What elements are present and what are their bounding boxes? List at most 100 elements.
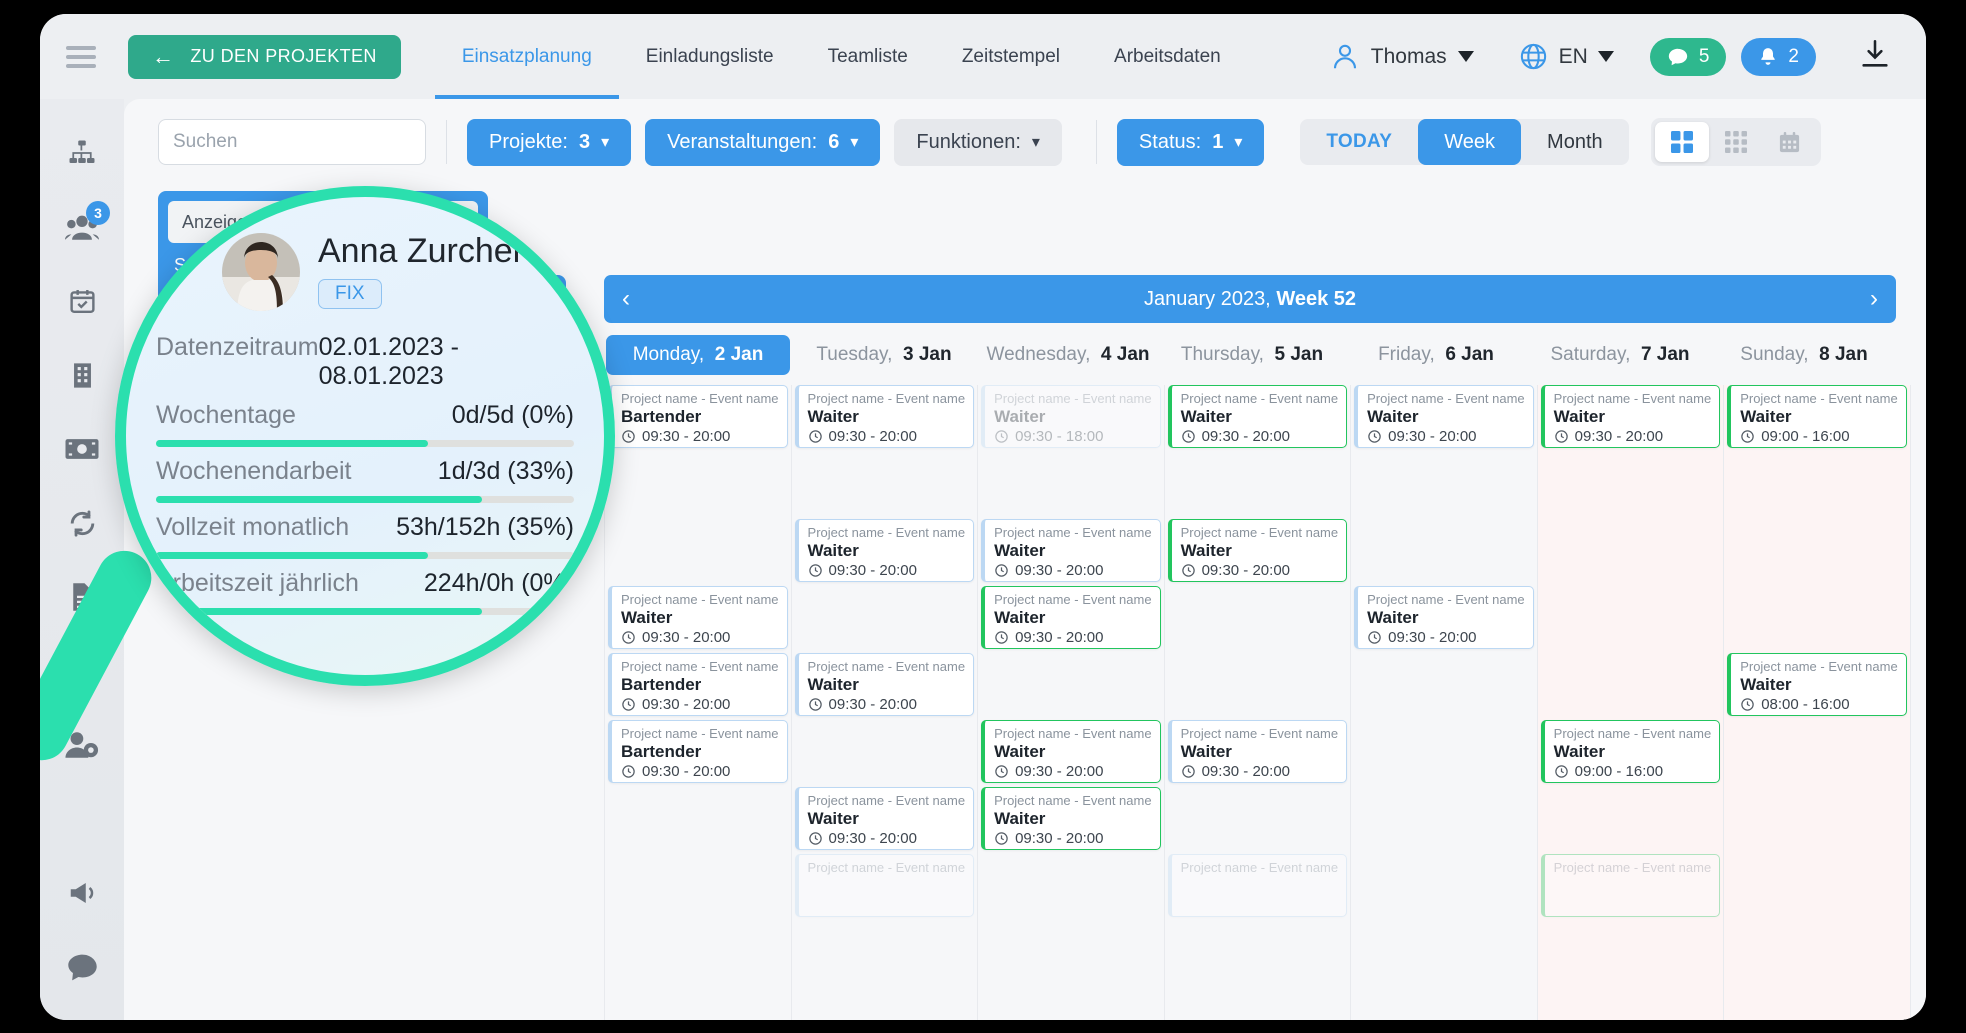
calendar-empty-slot[interactable] — [981, 452, 1161, 515]
filter-projects-button[interactable]: Projekte: 3 ▾ — [467, 118, 632, 166]
calendar-event-card[interactable]: Project name - Event name Waiter 09:30 - 1… — [981, 385, 1161, 448]
calendar-empty-slot[interactable] — [795, 720, 975, 783]
calendar-empty-slot[interactable] — [1727, 586, 1907, 649]
calendar-event-card[interactable]: Project name - Event name Waiter 09:30 - 2… — [608, 586, 788, 649]
range-week-button[interactable]: Week — [1418, 119, 1522, 165]
tab-teamliste[interactable]: Teamliste — [801, 14, 935, 99]
calendar-event-card[interactable]: Project name - Event name Bartender 09:30 … — [608, 385, 788, 448]
calendar-empty-slot[interactable] — [1354, 653, 1534, 716]
calendar-empty-slot[interactable] — [1354, 452, 1534, 515]
calendar-empty-slot[interactable] — [608, 854, 788, 917]
calendar-event-card[interactable]: Project name - Event name Waiter 09:30 - 2… — [1354, 586, 1534, 649]
calendar-empty-slot[interactable] — [795, 452, 975, 515]
calendar-empty-slot[interactable] — [608, 519, 788, 582]
filter-status-button[interactable]: Status: 1 ▾ — [1116, 118, 1265, 166]
tab-einladungsliste[interactable]: Einladungsliste — [619, 14, 801, 99]
calendar-empty-slot[interactable] — [1541, 653, 1721, 716]
view-grid-2x2-button[interactable] — [1654, 122, 1709, 162]
rail-item-building[interactable] — [60, 353, 104, 397]
calendar-event-card[interactable]: Project name - Event name Waiter 09:30 - 2… — [1540, 385, 1721, 448]
calendar-event-card[interactable]: Project name - Event name — [794, 854, 975, 917]
tab-arbeitsdaten[interactable]: Arbeitsdaten — [1087, 14, 1248, 99]
calendar-empty-slot[interactable] — [981, 854, 1161, 917]
filter-events-button[interactable]: Veranstaltungen: 6 ▾ — [645, 118, 881, 166]
calendar-day-header[interactable]: Friday, 6 Jan — [1344, 335, 1528, 375]
calendar-event-card[interactable]: Project name - Event name — [1167, 854, 1348, 917]
search-input[interactable] — [173, 131, 418, 153]
view-grid-3x3-button[interactable] — [1709, 122, 1763, 162]
calendar-event-card[interactable]: Project name - Event name Waiter 09:30 - 2… — [794, 519, 975, 582]
calendar-event-card[interactable]: Project name - Event name Waiter 09:00 - 1… — [1540, 720, 1721, 783]
calendar-event-card[interactable]: Project name - Event name Waiter 09:30 - 2… — [1167, 519, 1348, 582]
calendar-empty-slot[interactable] — [1168, 653, 1348, 716]
tab-zeitstempel[interactable]: Zeitstempel — [935, 14, 1087, 99]
view-calendar-button[interactable] — [1763, 122, 1817, 162]
calendar-empty-slot[interactable] — [1727, 720, 1907, 783]
rail-item-megaphone[interactable] — [60, 871, 104, 915]
calendar-empty-slot[interactable] — [1354, 720, 1534, 783]
user-menu[interactable]: Thomas — [1330, 41, 1474, 73]
calendar-event-card[interactable]: Project name - Event name Waiter 09:30 - 2… — [794, 385, 975, 448]
calendar-day-header[interactable]: Saturday, 7 Jan — [1528, 335, 1712, 375]
rail-item-calendar-check[interactable] — [60, 279, 104, 323]
rail-item-money[interactable] — [60, 427, 104, 471]
calendar-event-card[interactable]: Project name - Event name Bartender 09:30 … — [608, 653, 788, 716]
filter-functions-button[interactable]: Funktionen: ▾ — [894, 118, 1062, 166]
notifications-button[interactable]: 2 — [1741, 37, 1816, 76]
hamburger-icon[interactable] — [66, 45, 96, 68]
calendar-empty-slot[interactable] — [795, 586, 975, 649]
calendar-next-button[interactable]: › — [1870, 287, 1878, 311]
calendar-empty-slot[interactable] — [1727, 854, 1907, 917]
tab-label: Einladungsliste — [645, 45, 774, 67]
calendar-prev-button[interactable]: ‹ — [622, 287, 630, 311]
calendar-day-header[interactable]: Thursday, 5 Jan — [1160, 335, 1344, 375]
calendar-empty-slot[interactable] — [1354, 854, 1534, 917]
calendar-event-card[interactable]: Project name - Event name Waiter 09:30 - 2… — [981, 787, 1161, 850]
messages-button[interactable]: 5 — [1649, 37, 1727, 76]
calendar-empty-slot[interactable] — [608, 787, 788, 850]
calendar-event-card[interactable]: Project name - Event name Bartender 09:30 … — [608, 720, 788, 783]
calendar-event-card[interactable]: Project name - Event name Waiter 09:30 - 2… — [1167, 720, 1348, 783]
calendar-empty-slot[interactable] — [1168, 787, 1348, 850]
calendar-event-card[interactable]: Project name - Event name Waiter 09:30 - 2… — [1167, 385, 1348, 448]
calendar-event-card[interactable]: Project name - Event name Waiter 09:30 - 2… — [794, 787, 975, 850]
calendar-empty-slot[interactable] — [1727, 452, 1907, 515]
calendar-day-weekday: Sunday, — [1740, 344, 1809, 365]
calendar-empty-slot[interactable] — [981, 653, 1161, 716]
calendar-day-header[interactable]: Monday, 2 Jan — [606, 335, 790, 375]
rail-item-org-chart[interactable] — [60, 131, 104, 175]
event-project-name: Project name - Event name — [807, 391, 966, 406]
calendar-empty-slot[interactable] — [1354, 519, 1534, 582]
download-button[interactable] — [1858, 37, 1892, 76]
calendar-empty-slot[interactable] — [1541, 452, 1721, 515]
calendar-empty-slot[interactable] — [1541, 787, 1721, 850]
tab-einsatzplanung[interactable]: Einsatzplanung — [434, 14, 619, 99]
calendar-empty-slot[interactable] — [1354, 787, 1534, 850]
calendar-empty-slot[interactable] — [1727, 519, 1907, 582]
calendar-empty-slot[interactable] — [1541, 519, 1721, 582]
language-menu[interactable]: EN — [1518, 41, 1614, 72]
range-month-button[interactable]: Month — [1521, 119, 1629, 165]
calendar-event-card[interactable]: Project name - Event name Waiter 09:30 - 2… — [794, 653, 975, 716]
calendar-event-card[interactable]: Project name - Event name — [1540, 854, 1721, 917]
search-box[interactable] — [158, 119, 426, 165]
back-to-projects-button[interactable]: ← ZU DEN PROJEKTEN — [128, 34, 401, 79]
calendar-event-card[interactable]: Project name - Event name Waiter 09:30 - 2… — [1354, 385, 1534, 448]
calendar-day-header[interactable]: Sunday, 8 Jan — [1712, 335, 1896, 375]
calendar-event-card[interactable]: Project name - Event name Waiter 09:30 - 2… — [981, 519, 1161, 582]
rail-item-chat[interactable] — [60, 945, 104, 989]
rail-item-users[interactable]: 3 — [60, 201, 110, 249]
range-today-button[interactable]: TODAY — [1300, 119, 1418, 165]
calendar-empty-slot[interactable] — [608, 452, 788, 515]
calendar-empty-slot[interactable] — [1168, 452, 1348, 515]
calendar-empty-slot[interactable] — [1168, 586, 1348, 649]
calendar-empty-slot[interactable] — [1727, 787, 1907, 850]
calendar-event-card[interactable]: Project name - Event name Waiter 09:30 - 2… — [981, 586, 1161, 649]
calendar-day-header[interactable]: Wednesday, 4 Jan — [976, 335, 1160, 375]
calendar-event-card[interactable]: Project name - Event name Waiter 09:00 - 1… — [1727, 385, 1907, 448]
calendar-event-card[interactable]: Project name - Event name Waiter 08:00 - 1… — [1727, 653, 1907, 716]
rail-item-sync[interactable] — [60, 501, 104, 545]
calendar-event-card[interactable]: Project name - Event name Waiter 09:30 - 2… — [981, 720, 1161, 783]
calendar-empty-slot[interactable] — [1541, 586, 1721, 649]
calendar-day-header[interactable]: Tuesday, 3 Jan — [792, 335, 976, 375]
